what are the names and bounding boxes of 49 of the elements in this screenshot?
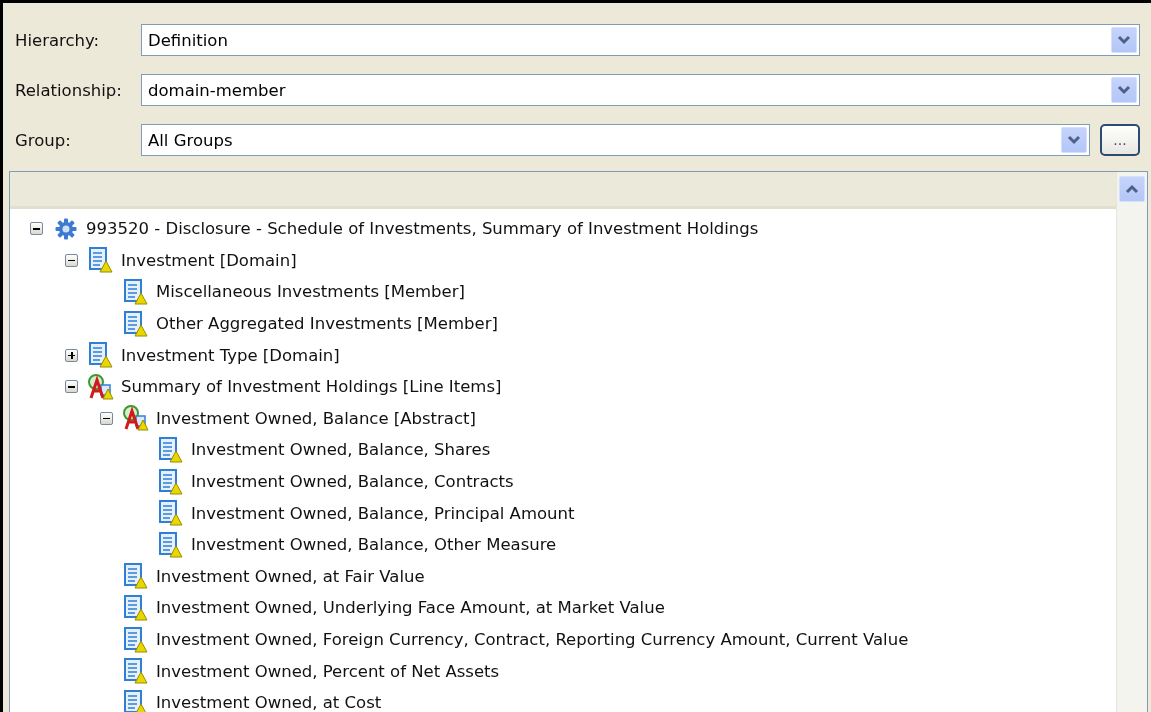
tree-item[interactable]: Summary of Investment Holdings [Line Items] [121, 377, 502, 397]
tree-item[interactable]: Investment Owned, at Cost [156, 693, 382, 712]
chevron-down-icon [1117, 85, 1131, 95]
chevron-down-icon [1117, 35, 1131, 45]
document-warning-icon [123, 626, 149, 653]
document-warning-icon [123, 658, 149, 685]
tree-item[interactable]: Investment Type [Domain] [121, 345, 340, 365]
document-warning-icon [158, 500, 184, 527]
expand-toggle[interactable] [65, 348, 78, 362]
document-warning-icon [88, 247, 114, 274]
tree-item[interactable]: Investment [Domain] [121, 250, 297, 270]
document-warning-icon [158, 468, 184, 495]
tree-item[interactable]: Investment Owned, Balance, Other Measure [191, 535, 557, 555]
tree-item[interactable]: Investment Owned, Foreign Currency, Contract, Reporting Currency Amount, Current Value [156, 630, 909, 649]
collapse-toggle[interactable] [65, 253, 78, 267]
dropdown-field[interactable]: All Groups [141, 124, 1090, 156]
document-warning-icon [123, 279, 149, 305]
tree-item[interactable]: Investment Owned, Percent of Net Assets [156, 661, 500, 681]
tree-item[interactable]: Investment Owned, Balance, Contracts [191, 472, 514, 492]
tree-item[interactable]: Investment Owned, Balance, Shares [191, 440, 491, 460]
scroll-up-button[interactable] [1119, 176, 1145, 202]
document-warning-icon [123, 594, 149, 621]
chevron-down-icon [1067, 135, 1081, 145]
document-warning-icon [158, 436, 184, 463]
tree-item[interactable]: Miscellaneous Investments [Member] [156, 282, 465, 302]
tree-item[interactable]: Investment Owned, Underlying Face Amount, at Market Value [156, 598, 665, 618]
dropdown-field[interactable]: domain-member [141, 74, 1140, 106]
chevron-up-icon [1125, 184, 1139, 194]
field-label: Group: [15, 130, 72, 150]
tree-item[interactable]: 993520 - Disclosure - Schedule of Investments, Summary of Investment Holdings [86, 219, 759, 239]
field-label: Hierarchy: [15, 30, 101, 50]
document-warning-icon [123, 310, 149, 337]
tree-item[interactable]: Other Aggregated Investments [Member] [156, 314, 498, 334]
document-warning-icon [123, 689, 149, 712]
tree-item[interactable]: Investment Owned, Balance, Principal Amount [191, 503, 575, 523]
document-warning-icon [123, 563, 149, 590]
abstract-warning-icon [122, 405, 150, 432]
document-warning-icon [158, 531, 184, 558]
collapse-toggle[interactable] [100, 411, 113, 425]
dropdown-field[interactable]: Definition [141, 24, 1140, 56]
tree-item[interactable]: Investment Owned, at Fair Value [156, 566, 425, 586]
tree-item[interactable]: Investment Owned, Balance [Abstract] [156, 408, 476, 428]
field-label: Relationship: [15, 80, 123, 100]
collapse-toggle[interactable] [30, 222, 43, 236]
collapse-toggle[interactable] [65, 380, 78, 394]
browse-button[interactable]: ... [1100, 124, 1140, 156]
gear-icon [55, 217, 77, 240]
document-warning-icon [88, 342, 114, 369]
abstract-warning-icon [87, 373, 115, 400]
